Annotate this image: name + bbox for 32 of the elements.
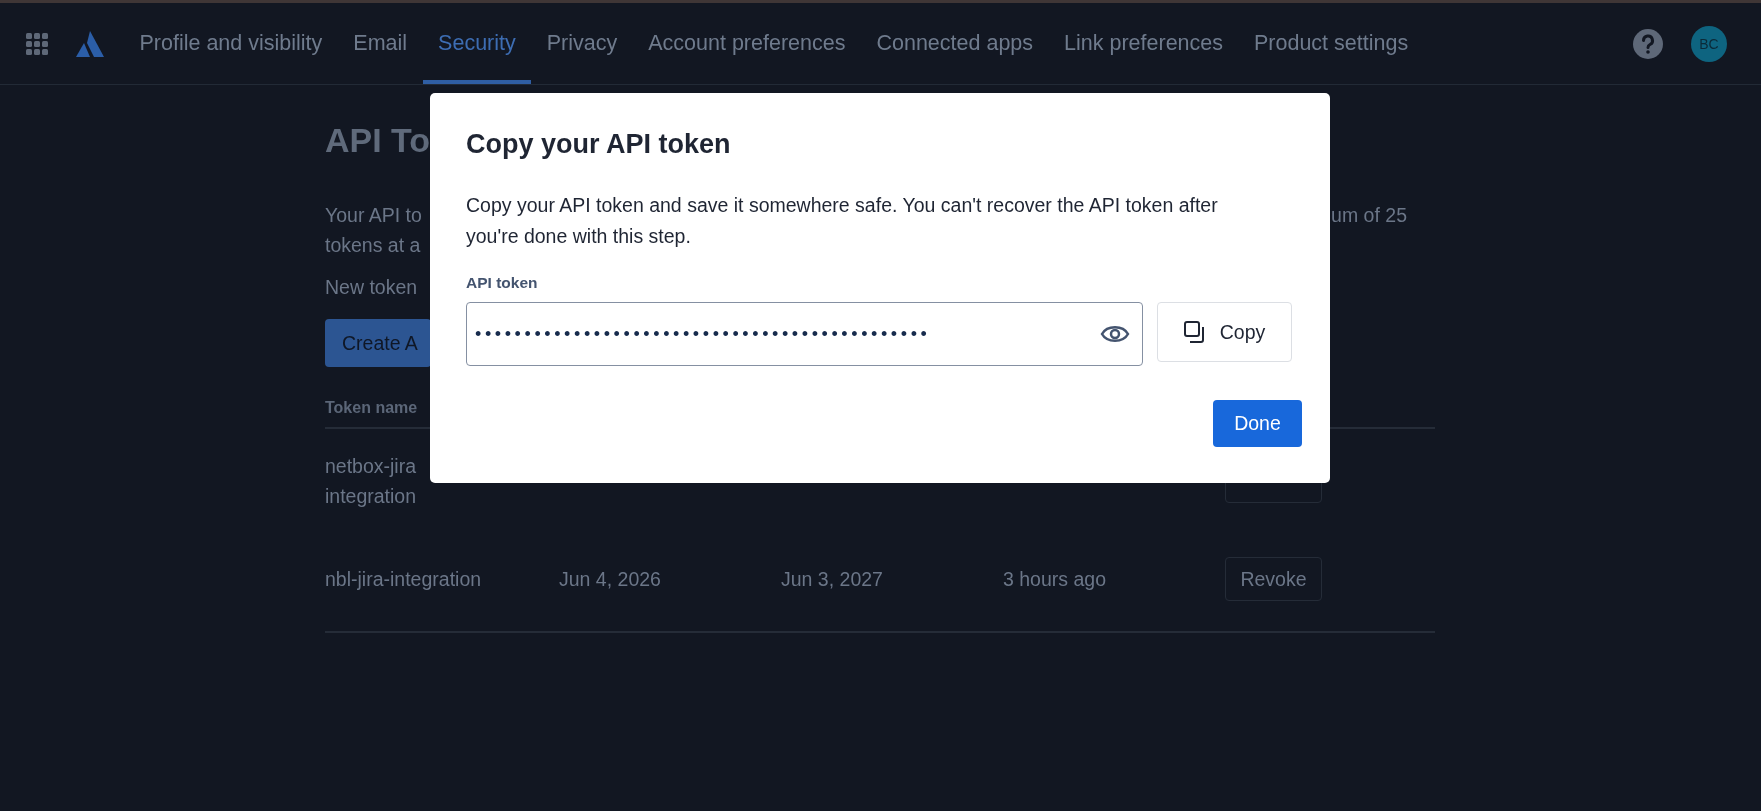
nav-tab[interactable]: Security bbox=[422, 3, 532, 84]
done-button[interactable]: Done bbox=[1213, 400, 1302, 447]
description-text: um of 25 bbox=[1331, 203, 1407, 228]
column-header: Token name bbox=[325, 399, 418, 416]
note-text: New token bbox=[325, 276, 418, 299]
table-cell-text: Jun 3, 2027 bbox=[781, 567, 884, 591]
user-avatar[interactable]: BC bbox=[1691, 25, 1727, 62]
app-switcher-icon[interactable] bbox=[26, 32, 48, 55]
description-text: Your API to tokens at a bbox=[325, 203, 422, 258]
nav-tab[interactable]: Privacy bbox=[531, 3, 633, 84]
page-title: API To bbox=[325, 121, 431, 160]
token-field[interactable]: •••••••••••••••••••••••••••••••••••••••••••••• bbox=[466, 302, 1143, 366]
show-password-icon[interactable] bbox=[1100, 323, 1130, 345]
revoke-button[interactable]: Revoke bbox=[1225, 557, 1322, 601]
token-name-cell-text: netbox-jira integration bbox=[325, 454, 418, 509]
create-token-button[interactable]: Create A bbox=[325, 319, 431, 367]
nav-tab[interactable]: Profile and visibility bbox=[124, 3, 338, 84]
nav-tab[interactable]: Product settings bbox=[1238, 3, 1424, 84]
nav-tab[interactable]: Email bbox=[337, 3, 423, 84]
dialog-message: Copy your API token and save it somewhere safe. You can't recover the API token after you're done with this step. bbox=[466, 193, 1219, 249]
nav-tab[interactable]: Connected apps bbox=[860, 3, 1049, 84]
copy-button[interactable]: Copy bbox=[1157, 302, 1292, 362]
copy-icon bbox=[1183, 321, 1206, 343]
nav-tab[interactable]: Link preferences bbox=[1048, 3, 1239, 84]
help-icon[interactable] bbox=[1633, 28, 1663, 59]
dialog-title: Copy your API token bbox=[466, 129, 732, 160]
table-cell-text: Jun 4, 2026 bbox=[559, 567, 662, 591]
field-label: API token bbox=[466, 274, 539, 292]
logo-icon[interactable] bbox=[76, 30, 104, 57]
table-cell-text: 3 hours ago bbox=[1003, 567, 1107, 591]
token-name-cell-text: nbl-jira-integration bbox=[325, 567, 483, 592]
nav-tab[interactable]: Account preferences bbox=[632, 3, 861, 84]
